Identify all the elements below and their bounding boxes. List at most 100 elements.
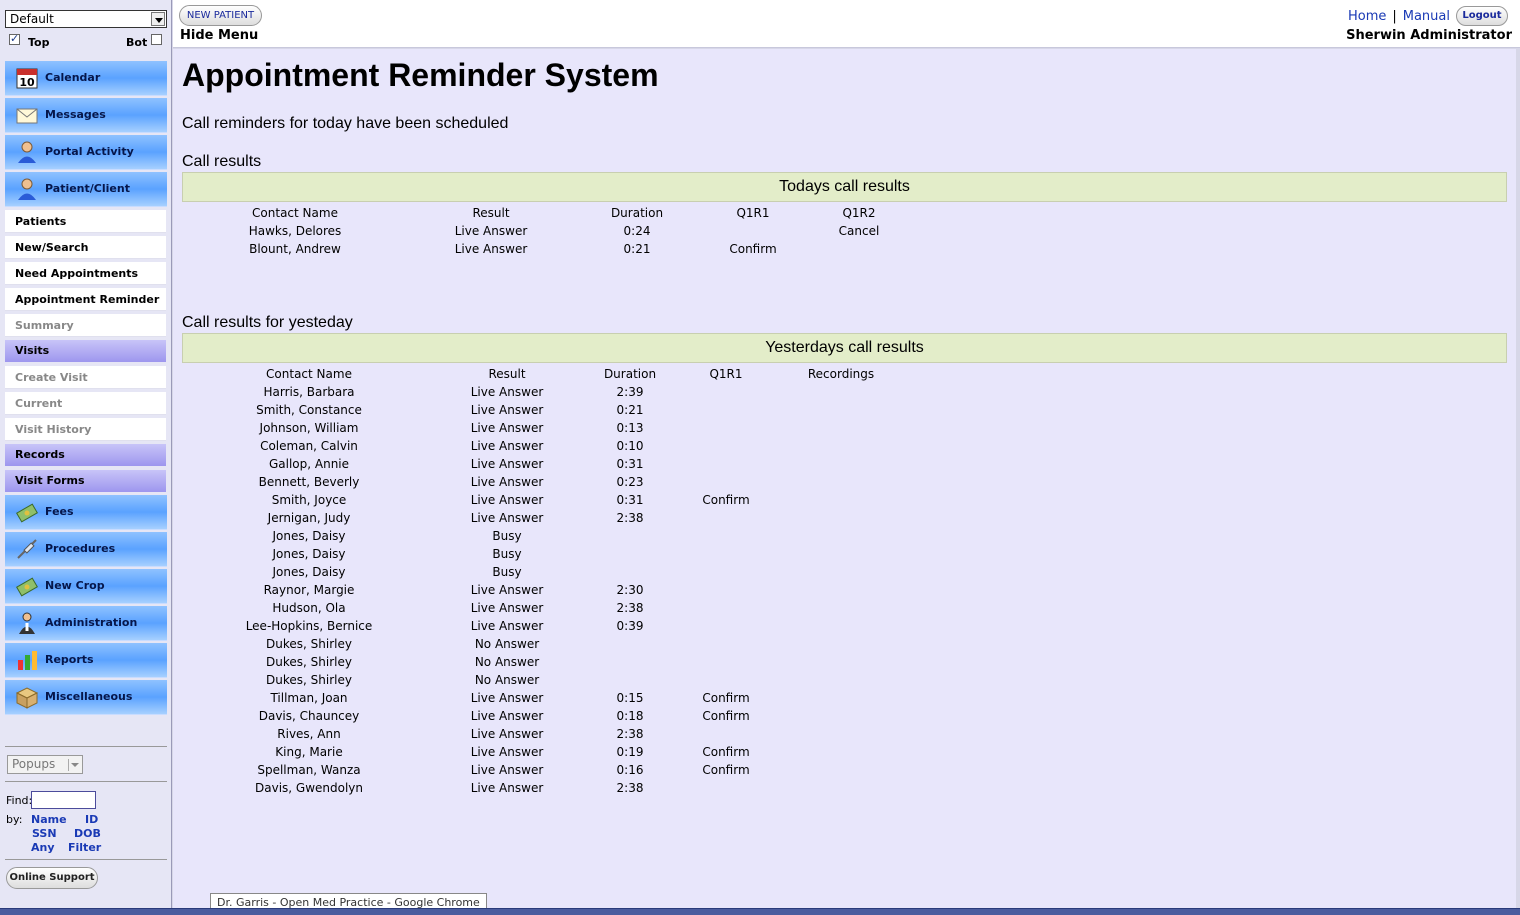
table-cell-duration: 0:15 xyxy=(616,691,644,705)
table-cell-contact-name: Dukes, Shirley xyxy=(266,673,352,687)
online-support-button[interactable]: Online Support xyxy=(6,867,98,889)
bot-checkbox[interactable] xyxy=(151,34,162,45)
calendar-icon: 10 xyxy=(15,66,39,90)
find-by-name-link[interactable]: Name xyxy=(31,813,67,826)
table-cell-result: Live Answer xyxy=(470,493,544,507)
scheduled-message: Call reminders for today have been sched… xyxy=(182,115,509,132)
sidebar-divider xyxy=(5,781,167,782)
table-cell-contact-name: Blount, Andrew xyxy=(249,242,341,256)
column-header: Q1R2 xyxy=(842,206,876,220)
table-cell-duration: 0:18 xyxy=(616,709,644,723)
find-by-dob-link[interactable]: DOB xyxy=(74,827,101,840)
table-cell-duration: 0:19 xyxy=(616,745,644,759)
user-name: Sherwin Administrator xyxy=(1346,28,1512,43)
column-header: Q1R1 xyxy=(736,206,770,220)
sidebar-section-records[interactable]: Records xyxy=(5,444,166,466)
table-cell-duration: 2:38 xyxy=(616,727,644,741)
top-links: Home | Manual Logout xyxy=(1348,6,1508,26)
nav-procedures[interactable]: Procedures xyxy=(5,532,167,567)
hide-menu-link[interactable]: Hide Menu xyxy=(180,28,258,43)
sidebar-section-visits[interactable]: Visits xyxy=(5,340,166,362)
table-cell-duration: 0:10 xyxy=(616,439,644,453)
nav-messages-label: Messages xyxy=(45,108,106,121)
table-cell-result: No Answer xyxy=(474,673,540,687)
table-cell-contact-name: Harris, Barbara xyxy=(263,385,355,399)
sidebar-item-new-search[interactable]: New/Search xyxy=(5,236,166,259)
nav-fees-label: Fees xyxy=(45,505,74,518)
nav-patient-client[interactable]: Patient/Client xyxy=(5,172,167,207)
table-cell-result: Live Answer xyxy=(470,691,544,705)
logout-button[interactable]: Logout xyxy=(1456,6,1508,26)
column-header: Result xyxy=(488,367,526,381)
nav-calendar[interactable]: 10 Calendar xyxy=(5,61,167,96)
nav-messages[interactable]: Messages xyxy=(5,98,167,133)
find-input[interactable] xyxy=(31,791,96,809)
table-cell-contact-name: Jones, Daisy xyxy=(272,547,346,561)
nav-calendar-label: Calendar xyxy=(45,71,101,84)
admin-icon xyxy=(15,611,39,635)
table-cell-duration: 0:31 xyxy=(616,493,644,507)
nav-patient-client-label: Patient/Client xyxy=(45,182,130,195)
table-cell-result: Live Answer xyxy=(470,511,544,525)
find-filter-link[interactable]: Filter xyxy=(68,841,101,854)
table-cell-duration: 0:31 xyxy=(616,457,644,471)
sidebar: Default Top Bot 10 Calendar Messages Por… xyxy=(0,0,172,910)
nav-fees[interactable]: Fees xyxy=(5,495,167,530)
table-cell-duration: 2:39 xyxy=(616,385,644,399)
sidebar-item-patients[interactable]: Patients xyxy=(5,210,166,233)
popups-select[interactable]: Popups xyxy=(7,755,83,774)
sidebar-item-current[interactable]: Current xyxy=(5,392,166,415)
sidebar-section-visit-forms[interactable]: Visit Forms xyxy=(5,470,166,492)
header: NEW PATIENT Hide Menu Home | Manual Logo… xyxy=(173,0,1520,48)
nav-portal-activity-label: Portal Activity xyxy=(45,145,134,158)
table-cell-result: Live Answer xyxy=(470,457,544,471)
table-cell-contact-name: Johnson, William xyxy=(259,421,359,435)
nav-reports[interactable]: Reports xyxy=(5,643,167,678)
table-cell-result: No Answer xyxy=(474,655,540,669)
table-cell-col5: Cancel xyxy=(838,224,880,238)
table-cell-col4: Confirm xyxy=(702,493,750,507)
sidebar-item-create-visit[interactable]: Create Visit xyxy=(5,366,166,389)
table-cell-contact-name: Tillman, Joan xyxy=(270,691,348,705)
manual-link[interactable]: Manual xyxy=(1403,9,1450,24)
find-by-ssn-link[interactable]: SSN xyxy=(32,827,57,840)
person-icon xyxy=(15,177,39,201)
find-by-any-link[interactable]: Any xyxy=(31,841,55,854)
sidebar-item-appointment-reminder[interactable]: Appointment Reminder xyxy=(5,288,166,311)
sidebar-item-visit-history[interactable]: Visit History xyxy=(5,418,166,441)
nav-administration[interactable]: Administration xyxy=(5,606,167,641)
chevron-down-icon[interactable] xyxy=(68,759,80,771)
today-heading: Call results xyxy=(182,153,262,170)
chevron-down-icon[interactable] xyxy=(151,12,165,26)
table-cell-col4: Confirm xyxy=(702,763,750,777)
top-checkbox[interactable] xyxy=(9,32,20,45)
table-cell-result: No Answer xyxy=(474,637,540,651)
table-cell-result: Live Answer xyxy=(470,421,544,435)
nav-portal-activity[interactable]: Portal Activity xyxy=(5,135,167,170)
table-cell-contact-name: Davis, Chauncey xyxy=(258,709,360,723)
svg-text:10: 10 xyxy=(19,76,35,89)
table-cell-result: Live Answer xyxy=(470,619,544,633)
home-link[interactable]: Home xyxy=(1348,9,1386,24)
profile-select[interactable]: Default xyxy=(5,10,167,28)
money-icon xyxy=(15,574,39,598)
table-cell-contact-name: Raynor, Margie xyxy=(263,583,355,597)
bot-label: Bot xyxy=(126,36,148,49)
find-by-id-link[interactable]: ID xyxy=(85,813,98,826)
nav-new-crop[interactable]: New Crop xyxy=(5,569,167,604)
box-icon xyxy=(15,685,39,709)
sidebar-item-need-appointments[interactable]: Need Appointments xyxy=(5,262,166,285)
sidebar-item-summary[interactable]: Summary xyxy=(5,314,166,337)
nav-reports-label: Reports xyxy=(45,653,94,666)
column-header: Q1R1 xyxy=(709,367,743,381)
table-cell-result: Live Answer xyxy=(470,439,544,453)
nav-miscellaneous[interactable]: Miscellaneous xyxy=(5,680,167,715)
table-cell-contact-name: Hudson, Ola xyxy=(272,601,346,615)
table-cell-duration: 0:16 xyxy=(616,763,644,777)
new-patient-button[interactable]: NEW PATIENT xyxy=(179,5,262,26)
sidebar-divider xyxy=(5,859,167,860)
profile-select-value: Default xyxy=(10,12,54,26)
table-cell-result: Live Answer xyxy=(454,224,528,238)
table-cell-contact-name: Jones, Daisy xyxy=(272,529,346,543)
today-banner: Todays call results xyxy=(182,172,1507,202)
